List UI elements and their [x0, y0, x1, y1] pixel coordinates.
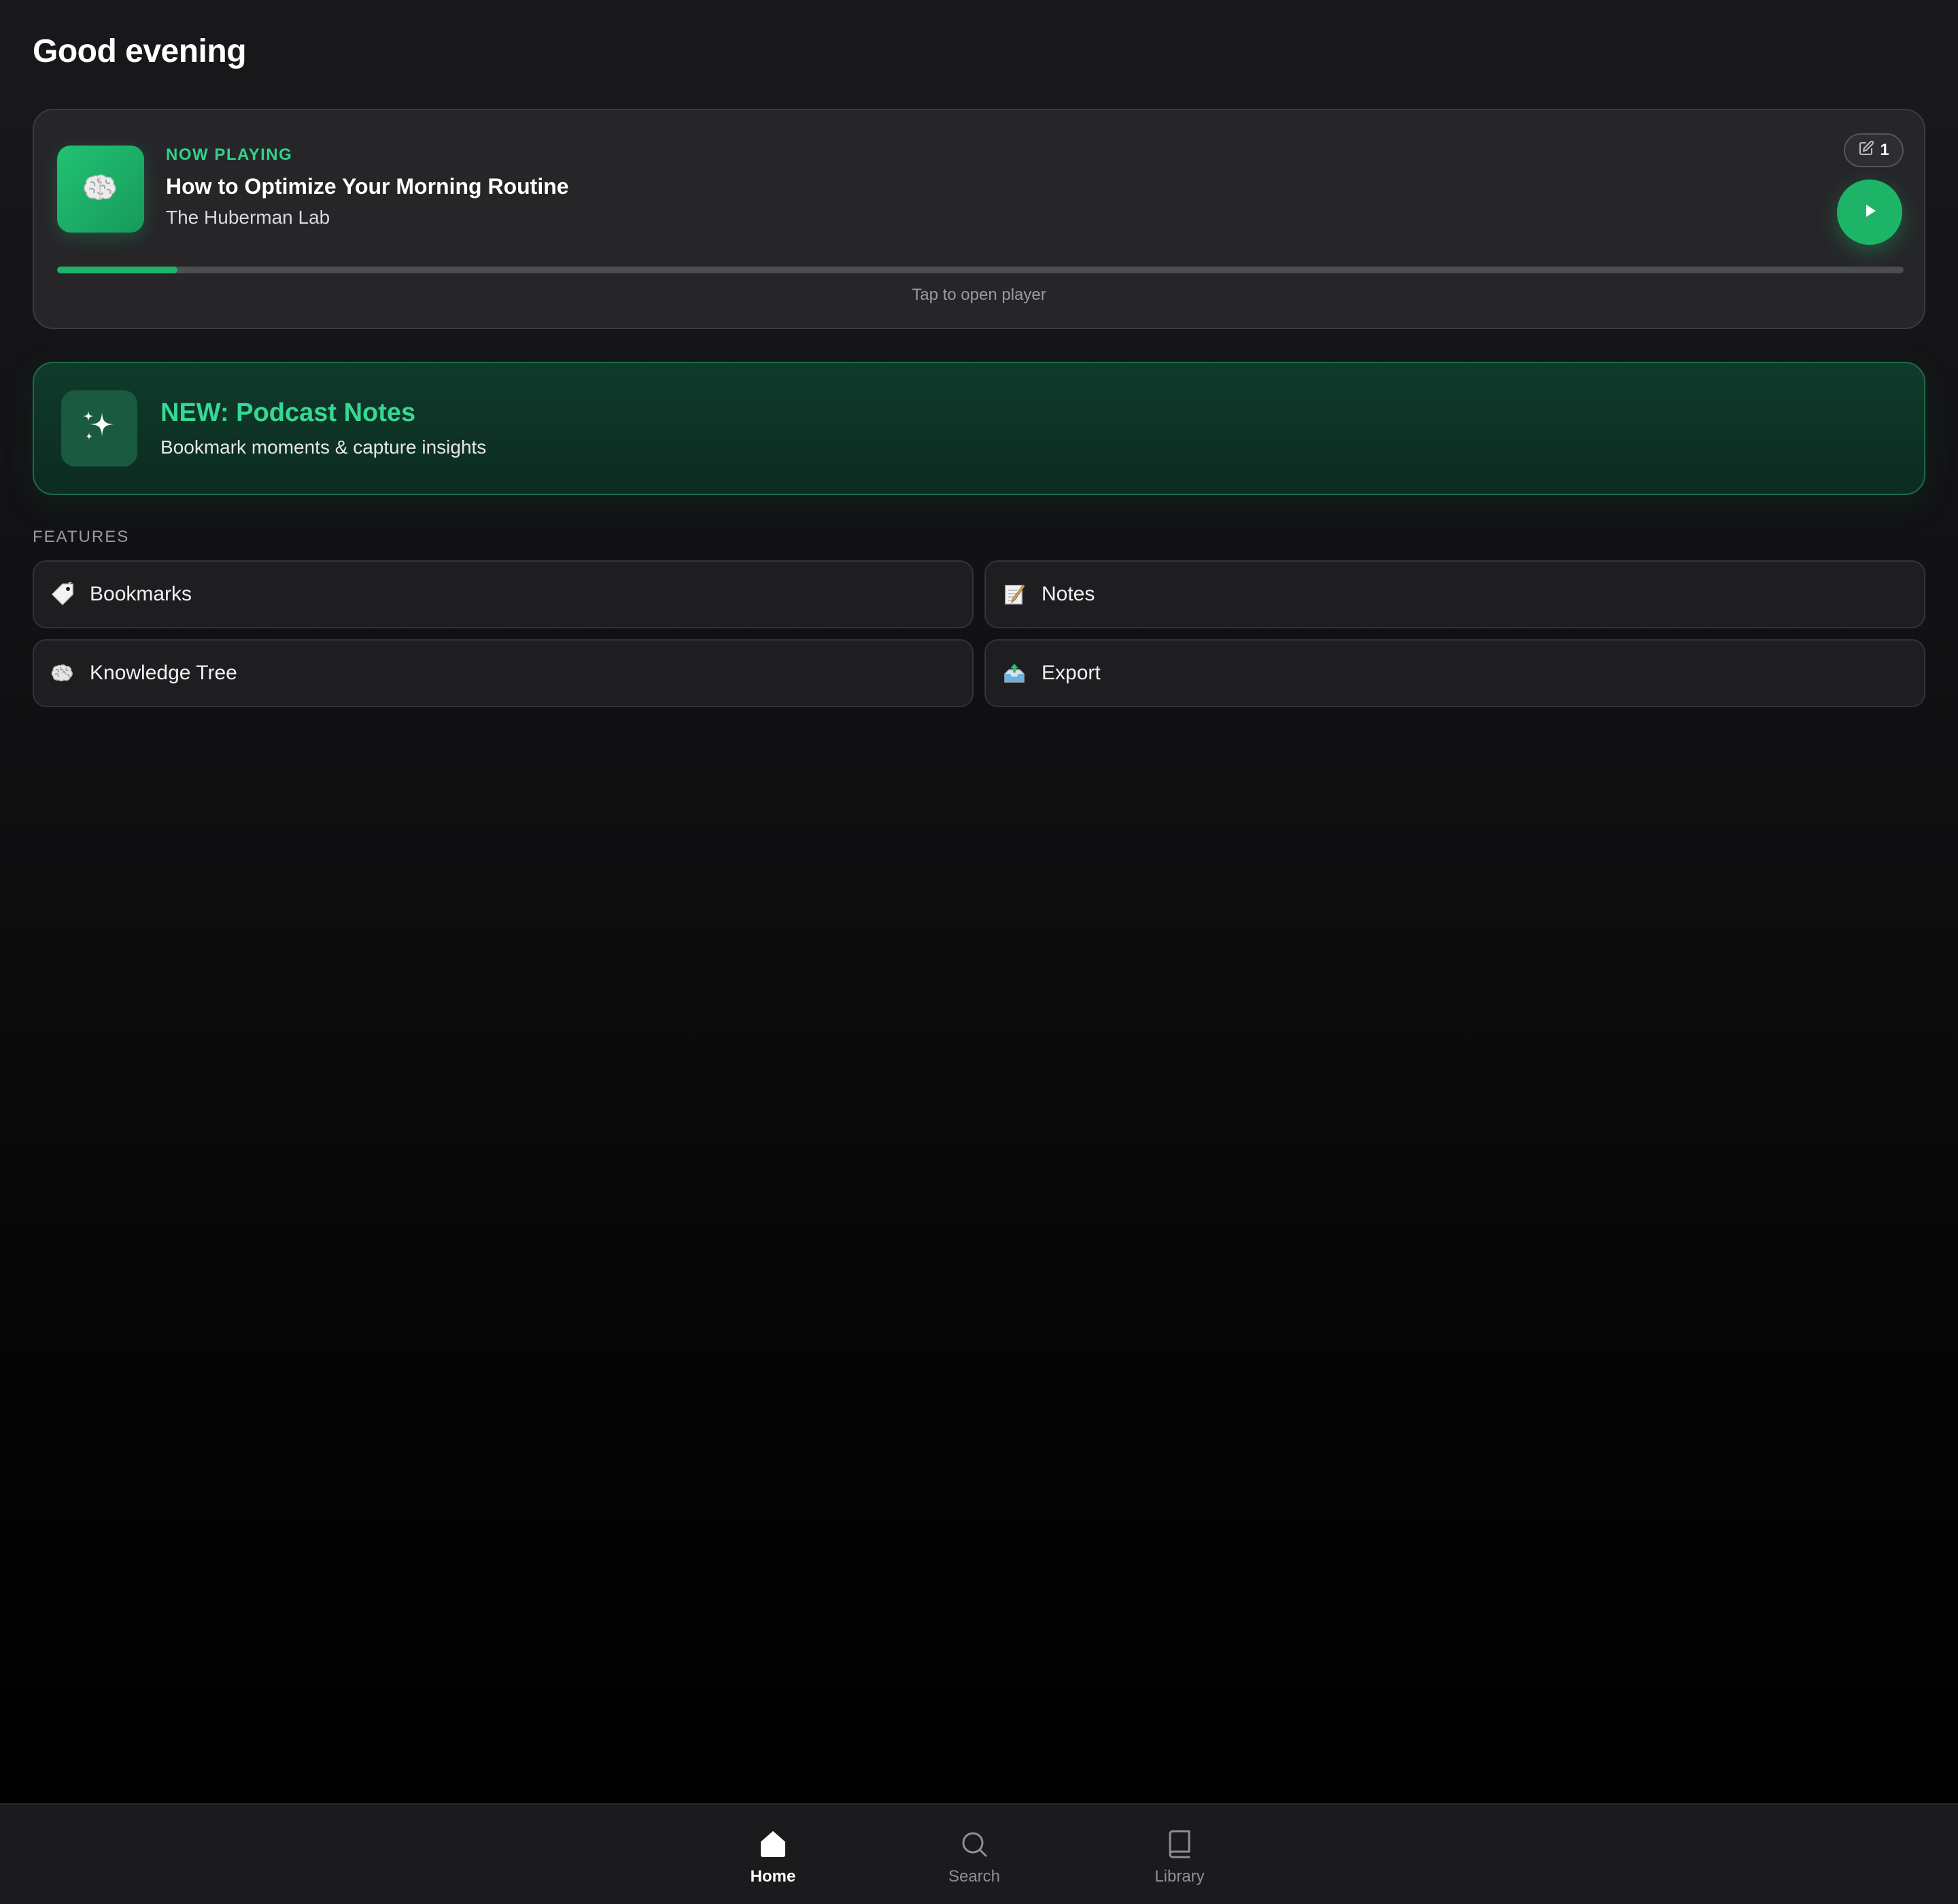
feature-bookmarks[interactable]: Bookmarks: [33, 560, 974, 628]
now-playing-card[interactable]: NOW PLAYING How to Optimize Your Morning…: [33, 109, 1925, 329]
tab-label: Library: [1154, 1867, 1205, 1886]
memo-icon: [1001, 581, 1028, 608]
tab-search[interactable]: Search: [906, 1805, 1042, 1904]
bottom-tab-bar: Home Search Library: [0, 1803, 1958, 1904]
brain-icon: [49, 660, 76, 687]
notes-count-badge[interactable]: 1: [1844, 133, 1904, 167]
playback-progress-bar[interactable]: [57, 267, 1904, 273]
feature-label: Notes: [1042, 583, 1095, 605]
promo-title: NEW: Podcast Notes: [160, 398, 416, 427]
search-icon: [957, 1826, 992, 1862]
brain-icon: [83, 173, 118, 206]
feature-label: Bookmarks: [90, 583, 192, 605]
book-icon: [1162, 1826, 1197, 1862]
podcast-notes-promo-card[interactable]: NEW: Podcast Notes Bookmark moments & ca…: [33, 362, 1925, 495]
tab-home[interactable]: Home: [705, 1805, 841, 1904]
tab-label: Home: [750, 1867, 796, 1886]
promo-subtitle: Bookmark moments & capture insights: [160, 437, 487, 458]
play-button[interactable]: [1837, 180, 1902, 245]
now-playing-label: NOW PLAYING: [166, 146, 293, 164]
features-section-label: FEATURES: [33, 528, 130, 546]
play-icon: [1861, 202, 1878, 223]
sparkles-icon: [79, 407, 120, 451]
greeting-title: Good evening: [33, 33, 247, 69]
bookmark-tag-icon: [49, 581, 76, 608]
edit-note-icon: [1858, 140, 1874, 161]
episode-artwork: [57, 146, 144, 233]
feature-label: Knowledge Tree: [90, 662, 237, 684]
tab-label: Search: [948, 1867, 1001, 1886]
open-player-hint: Tap to open player: [912, 286, 1046, 304]
feature-label: Export: [1042, 662, 1101, 684]
podcast-name: The Huberman Lab: [166, 207, 330, 228]
home-icon: [755, 1826, 791, 1862]
episode-title: How to Optimize Your Morning Routine: [166, 174, 569, 199]
promo-icon-tile: [61, 390, 137, 466]
notes-count: 1: [1880, 141, 1889, 159]
feature-knowledge-tree[interactable]: Knowledge Tree: [33, 639, 974, 707]
feature-export[interactable]: Export: [984, 639, 1925, 707]
outbox-tray-icon: [1001, 660, 1028, 687]
feature-notes[interactable]: Notes: [984, 560, 1925, 628]
tab-library[interactable]: Library: [1112, 1805, 1248, 1904]
playback-progress-fill: [57, 267, 177, 273]
home-screen: Good evening NOW PLAYING How to Optimize…: [0, 0, 1958, 1904]
